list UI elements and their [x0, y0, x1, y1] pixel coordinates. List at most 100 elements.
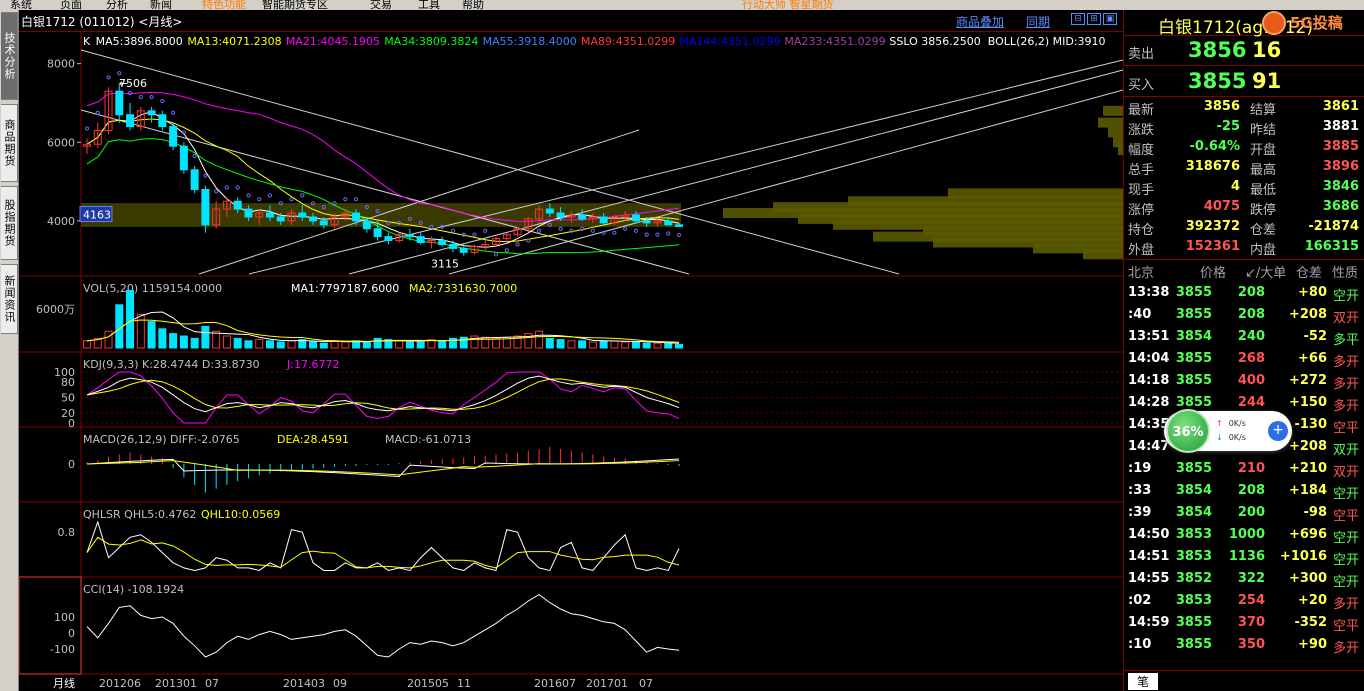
- volume-bar: [395, 340, 404, 349]
- tick-time: 14:04: [1128, 351, 1170, 366]
- left-tab-2[interactable]: 股指期货: [1, 186, 18, 260]
- tick-time: 14:28: [1128, 395, 1170, 410]
- stat-value: 166315: [1304, 239, 1359, 254]
- tick-row[interactable]: 14:04 3855 268 +66 多开: [1124, 348, 1364, 370]
- tick-volume: 240: [1237, 329, 1265, 344]
- left-tab-3[interactable]: 新闻资讯: [1, 264, 18, 334]
- volume-bar: [330, 340, 339, 349]
- tick-row[interactable]: :40 3855 208 +208 双开: [1124, 304, 1364, 326]
- tick-oi-change: -130: [1294, 417, 1327, 432]
- stat-row: 持仓 392372 仓差 -21874: [1124, 217, 1364, 238]
- stat-value: 3861: [1322, 99, 1359, 114]
- menu-bar: 系统 页面 分析 新闻 特色功能 智能期货专区 交易 工具 帮助 行动大师 智星期货: [0, 0, 1364, 10]
- candle-body: [309, 216, 318, 222]
- tick-row[interactable]: 14:55 3852 322 +300 空开: [1124, 568, 1364, 590]
- x-axis-period-label: 月线: [53, 676, 75, 690]
- tick-row[interactable]: :39 3854 200 -98 空平: [1124, 502, 1364, 524]
- menu-item-7[interactable]: 工具: [418, 0, 440, 10]
- stat-row: 最新 3856 结算 3861: [1124, 97, 1364, 118]
- candle-body: [642, 220, 651, 224]
- stat-value: 4: [1230, 179, 1240, 194]
- sar-dot: [472, 232, 477, 237]
- quote-footer: 笔: [1124, 670, 1364, 691]
- low-price-label: 3115: [431, 258, 459, 271]
- tick-nature: 双开: [1332, 465, 1359, 480]
- tick-oi-change: +66: [1298, 351, 1327, 366]
- qhlsr-qhl10-legend: QHL10:0.0569: [201, 508, 280, 521]
- candle-body: [664, 220, 673, 226]
- kdj-legend: KDJ(9,3,3) K:28.4744 D:33.8730: [83, 358, 260, 371]
- quote-stats: 最新 3856 结算 3861 涨跌 -25 昨结 3881 幅度 -0.64% 开盘 3885 总手 3…: [1124, 97, 1364, 260]
- volume-bar: [147, 321, 156, 349]
- x-axis-label: 09: [333, 677, 347, 690]
- stat-label: 仓差: [1250, 223, 1277, 238]
- kline-chart-area[interactable]: 白银1712 (011012) <月线> 商品叠加 同期 ⊟ ⊞ ▣ K MA5:…: [19, 10, 1123, 691]
- volume-bar: [416, 341, 425, 349]
- tick-price: 3855: [1175, 373, 1212, 388]
- kdj-j-legend: J:17.6772: [286, 358, 339, 371]
- stat-label: 持仓: [1128, 223, 1155, 238]
- tick-row[interactable]: :10 3855 350 +90 多开: [1124, 634, 1364, 656]
- menu-item-4[interactable]: 特色功能: [202, 0, 246, 10]
- stat-label: 总手: [1128, 163, 1155, 178]
- stat-label: 开盘: [1250, 143, 1277, 158]
- candle-body: [416, 236, 425, 244]
- stat-value: 3885: [1322, 139, 1359, 154]
- left-tab-0[interactable]: 技术分析: [1, 12, 18, 100]
- tick-nature: 双开: [1332, 311, 1359, 326]
- sar-dot: [590, 228, 595, 233]
- tick-row[interactable]: :33 3854 208 +184 空开: [1124, 480, 1364, 502]
- volume-bar: [341, 341, 350, 349]
- tick-row[interactable]: 14:51 3853 1136 +1016 空开: [1124, 546, 1364, 568]
- menu-item-2[interactable]: 分析: [106, 0, 128, 10]
- tick-row[interactable]: 14:18 3855 400 +272 多开: [1124, 370, 1364, 392]
- candle-body: [545, 208, 554, 214]
- tick-oi-change: +300: [1288, 571, 1327, 586]
- tick-row[interactable]: 14:50 3853 1000 +696 空开: [1124, 524, 1364, 546]
- high-arrow-icon: ←: [119, 77, 128, 90]
- sar-dot: [127, 91, 133, 96]
- logo-text: 5G投稿: [1290, 14, 1343, 32]
- tick-row[interactable]: :19 3855 210 +210 双开: [1124, 458, 1364, 480]
- tick-price: 3854: [1175, 329, 1212, 344]
- tick-oi-change: -98: [1303, 505, 1328, 520]
- tick-tab[interactable]: 笔: [1128, 673, 1158, 690]
- menu-item-8[interactable]: 帮助: [462, 0, 484, 10]
- chart-svg: K MA5:3896.8000 MA13:4071.2308 MA21:4045.19…: [19, 32, 1123, 690]
- volume-bar: [556, 339, 565, 349]
- tick-list[interactable]: 北京 价格 ↙/大单 仓差 性质 13:38 3855 208 +80 空开:40 385…: [1124, 260, 1364, 670]
- volume-bar: [362, 341, 371, 349]
- menu-item-1[interactable]: 页面: [60, 0, 82, 10]
- tick-row[interactable]: :02 3853 254 +20 多开: [1124, 590, 1364, 612]
- tick-row[interactable]: 13:38 3855 208 +80 空开: [1124, 282, 1364, 304]
- cci-legend: CCI(14) -108.1924: [83, 583, 184, 596]
- sar-dot: [203, 173, 208, 178]
- stat-row: 涨跌 -25 昨结 3881: [1124, 117, 1364, 138]
- sar-dot: [601, 230, 606, 235]
- volume-bar: [115, 304, 124, 349]
- menu-item-0[interactable]: 系统: [10, 0, 32, 10]
- qhl10-line: [86, 536, 680, 569]
- volume-bar: [578, 340, 587, 349]
- tick-volume: 208: [1237, 285, 1265, 300]
- tick-price: 3854: [1175, 483, 1212, 498]
- menu-item-3[interactable]: 新闻: [150, 0, 172, 10]
- stat-label: 最高: [1250, 163, 1277, 178]
- main-legend-item: MA21:4045.1905: [286, 35, 380, 48]
- sar-dot: [300, 193, 305, 198]
- tick-row[interactable]: 13:51 3854 240 -52 多平: [1124, 326, 1364, 348]
- menu-item-5[interactable]: 智能期货专区: [262, 0, 328, 10]
- sar-dot: [655, 232, 660, 237]
- tick-row[interactable]: 14:59 3855 370 -352 空平: [1124, 612, 1364, 634]
- plus-icon[interactable]: +: [1268, 421, 1288, 441]
- tick-nature: 多开: [1332, 641, 1359, 656]
- tick-time: 14:55: [1128, 571, 1170, 586]
- menu-item-6[interactable]: 交易: [370, 0, 392, 10]
- tick-time: 13:51: [1128, 329, 1170, 344]
- tick-time: 14:18: [1128, 373, 1170, 388]
- speed-widget[interactable]: 36% ↑ 0K/s ↓ 0K/s +: [1164, 409, 1292, 453]
- stat-value: -0.64%: [1189, 139, 1241, 154]
- macd-legend: MACD(26,12,9) DIFF:-2.0765: [83, 433, 240, 446]
- left-tab-1[interactable]: 商品期货: [1, 104, 18, 182]
- volume-bar: [621, 341, 630, 349]
